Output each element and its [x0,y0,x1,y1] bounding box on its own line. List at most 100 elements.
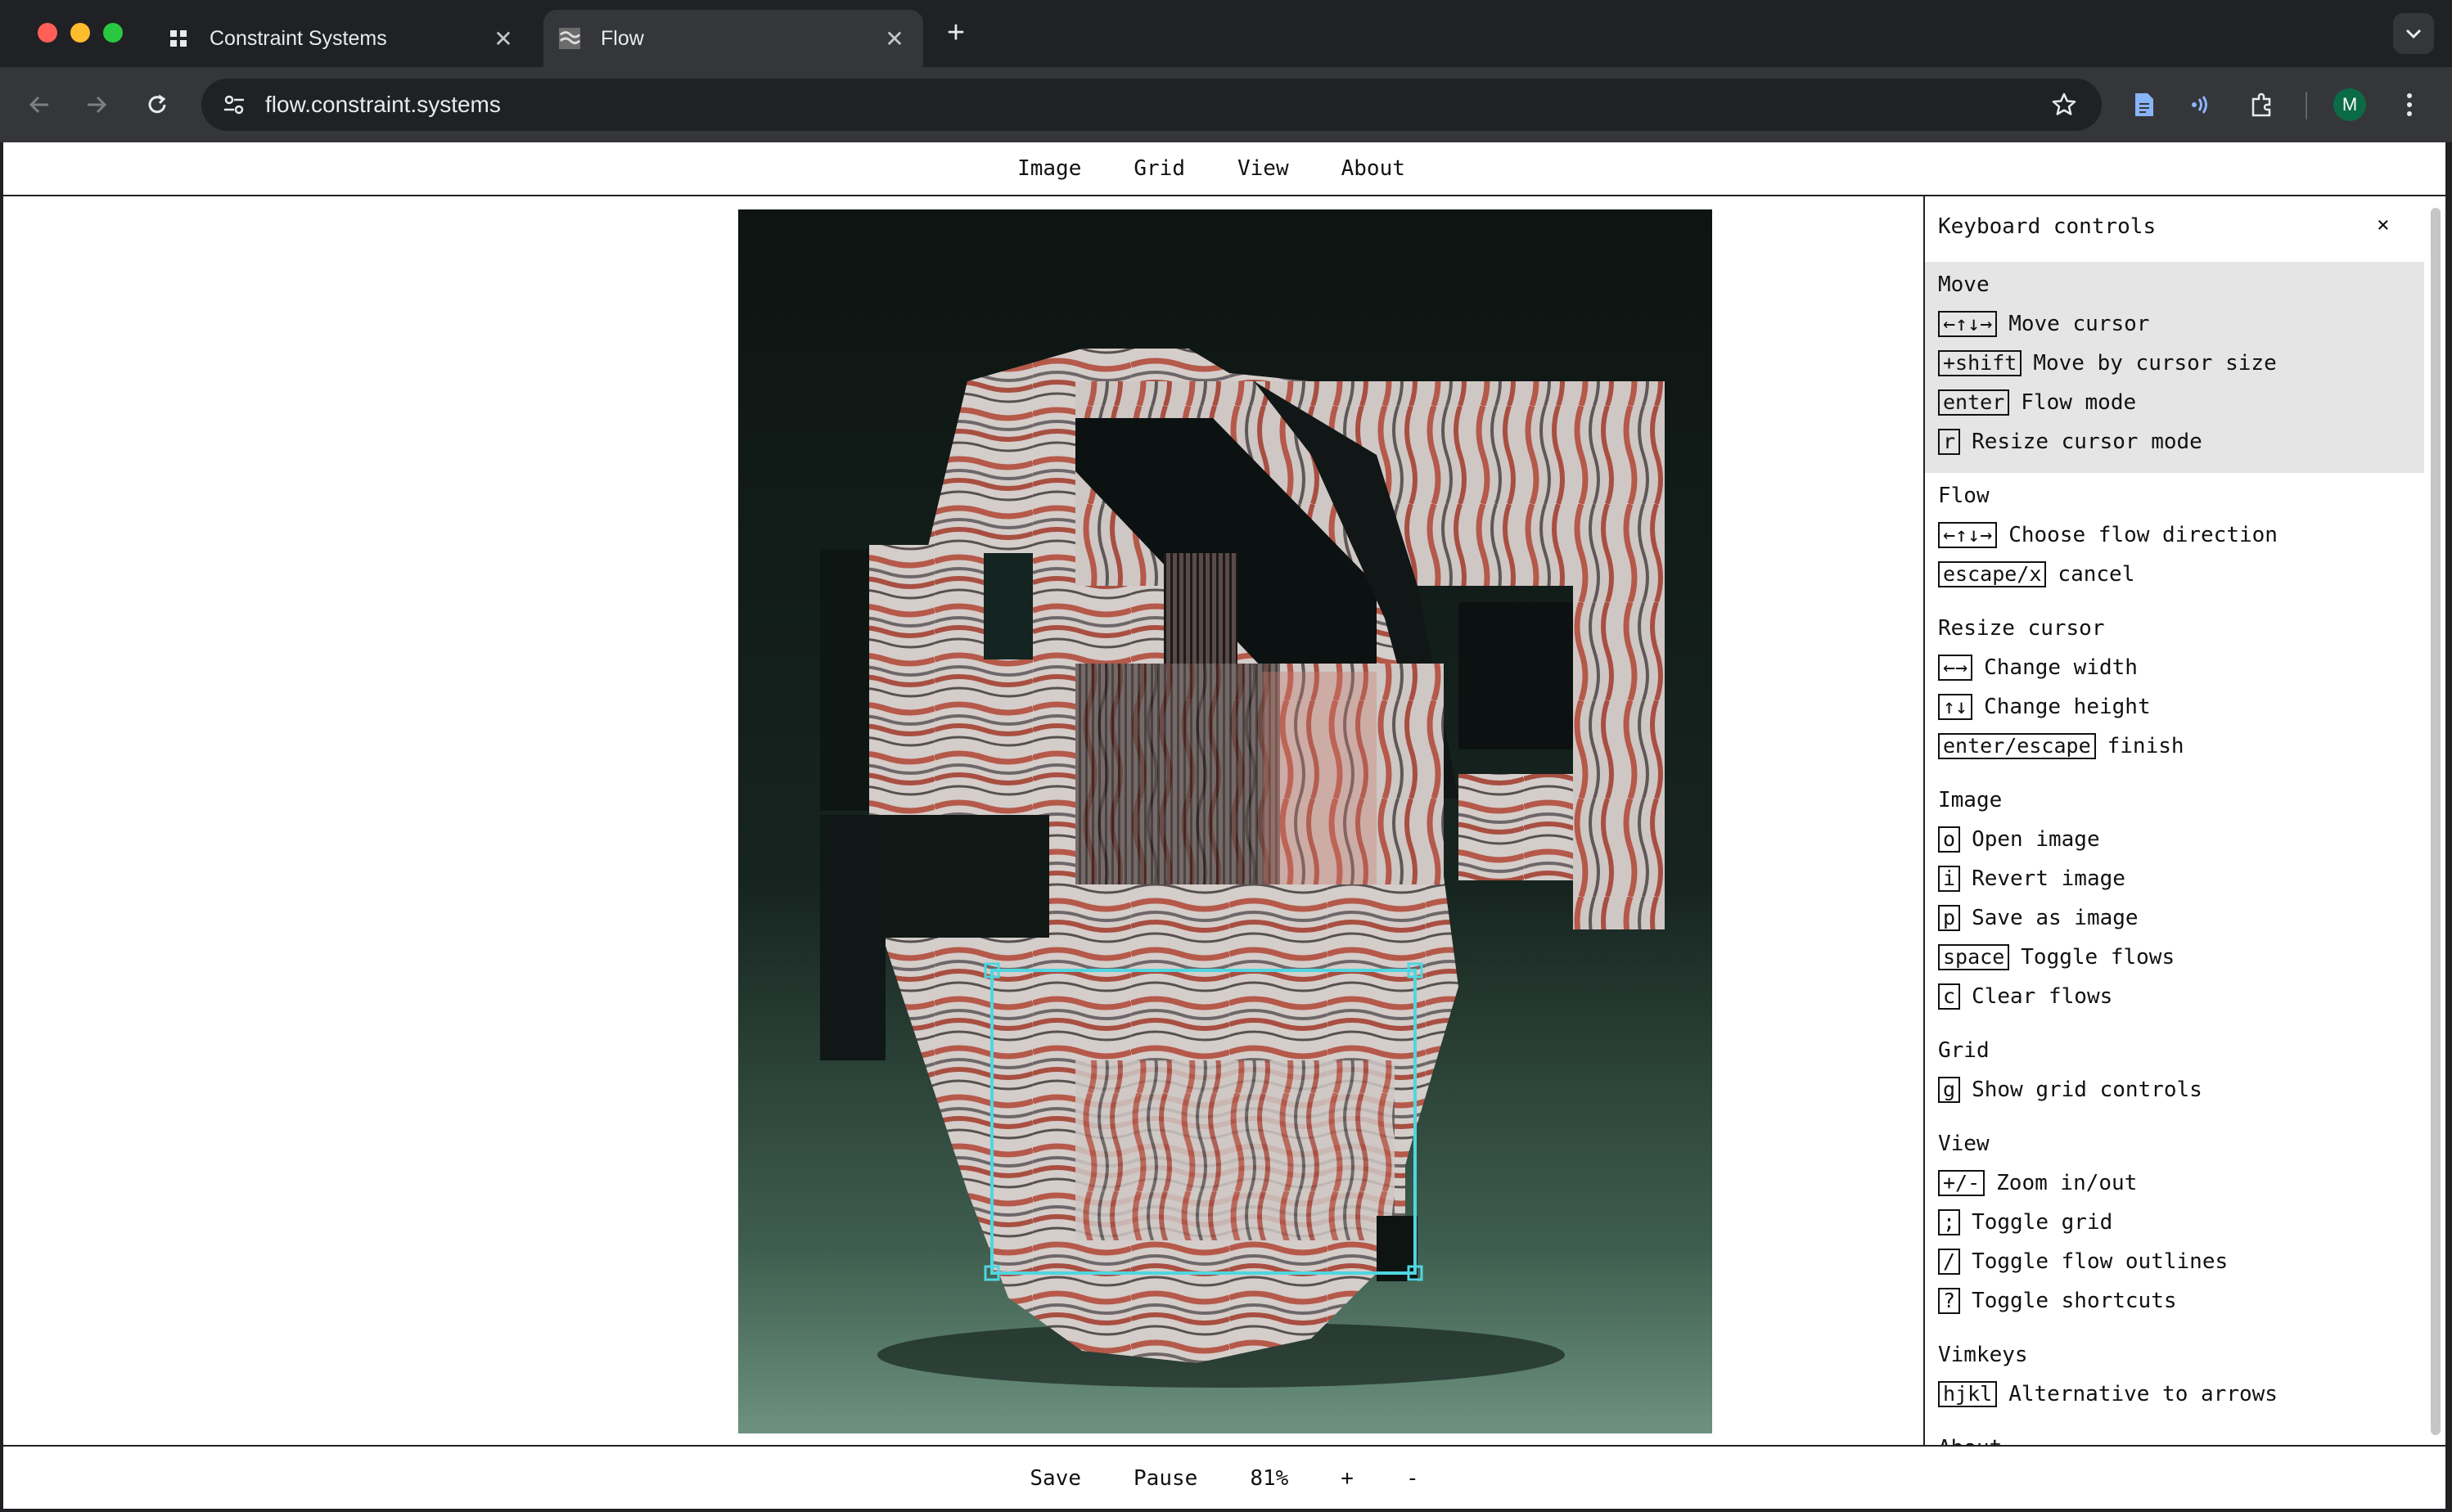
section-title: Resize cursor [1938,616,2105,641]
panel-title: Keyboard controls [1938,214,2157,239]
menu-grid[interactable]: Grid [1134,156,1185,181]
audio-extension-icon[interactable] [2182,85,2221,124]
shortcut-key: ←↑↓→ [1938,311,1998,337]
tab-close-icon[interactable]: ✕ [881,25,908,52]
bookmark-star-icon[interactable] [2040,80,2089,129]
shortcut-key: ? [1938,1288,1961,1314]
zoom-level: 81% [1250,1466,1289,1491]
window-minimize-button[interactable] [70,23,90,43]
flow-app: Image Grid View About Keyboard controls … [3,142,2445,1509]
shortcut-description: Move by cursor size [2033,351,2277,376]
shortcut-section: AboutaShow about [1925,1425,2424,1445]
back-button[interactable] [20,85,59,124]
panel-scrollbar[interactable] [2424,200,2445,1442]
shortcut-key: ↑↓ [1938,694,1973,720]
extensions-puzzle-icon[interactable] [2242,85,2282,124]
forward-button[interactable] [77,85,116,124]
close-icon[interactable]: × [2377,213,2390,237]
section-title: View [1938,1132,1990,1156]
reload-button[interactable] [137,85,177,124]
shortcut-key: p [1938,905,1961,931]
shortcut-description: Show grid controls [1972,1078,2202,1102]
profile-avatar[interactable]: M [2333,88,2366,121]
canvas-area[interactable] [3,196,1922,1445]
shortcut-key: g [1938,1077,1961,1103]
shortcut-key: ←→ [1938,655,1973,681]
shortcut-description: Zoom in/out [1996,1171,2138,1195]
menu-view[interactable]: View [1237,156,1289,181]
shortcut-description: Save as image [1972,906,2139,930]
address-bar[interactable]: flow.constraint.systems [201,79,2102,131]
arrow-left-icon [29,96,48,114]
shortcut-row: ←→ Change width [1938,648,2411,687]
save-button[interactable]: Save [1030,1466,1081,1491]
window-close-button[interactable] [38,23,57,43]
shortcut-description: cancel [2058,562,2135,587]
section-title: About [1938,1429,2411,1445]
panel-header: Keyboard controls × [1925,196,2424,262]
section-title: Move [1938,272,1990,297]
shortcut-row: enter Flow mode [1938,383,2411,422]
shortcut-key: enter/escape [1938,733,2096,759]
flow-image-canvas[interactable] [738,209,1712,1433]
shortcut-key: r [1938,429,1961,455]
more-vert-icon [2407,93,2412,116]
scrollbar-thumb[interactable] [2431,208,2441,1435]
menu-image[interactable]: Image [1017,156,1081,181]
shortcut-row: p Save as image [1938,898,2411,938]
shortcut-row: space Toggle flows [1938,938,2411,977]
window-zoom-button[interactable] [103,23,123,43]
shortcut-row: +shift Move by cursor size [1938,344,2411,383]
docs-extension-icon[interactable] [2125,85,2164,124]
zoom-in-button[interactable]: + [1341,1466,1354,1491]
pause-button[interactable]: Pause [1134,1466,1197,1491]
shortcut-description: Toggle flow outlines [1972,1249,2229,1274]
shortcut-key: ; [1938,1209,1961,1235]
shortcut-description: Flow mode [2021,390,2137,415]
shortcut-description: Choose flow direction [2008,523,2278,547]
browser-menu-button[interactable] [2390,85,2429,124]
shortcut-description: Toggle flows [2021,945,2175,970]
shortcut-description: Move cursor [2008,312,2150,336]
shortcut-row: ←↑↓→ Move cursor [1938,304,2411,344]
shortcut-section: Image o Open image i Revert image p Save as im… [1925,777,2424,1028]
shortcut-key: enter [1938,389,2010,416]
section-title: Grid [1938,1038,1990,1063]
flow-favicon-icon [558,27,581,50]
url-text[interactable]: flow.constraint.systems [265,92,2040,118]
shortcut-description: Revert image [1972,866,2125,891]
new-tab-button[interactable]: + [938,16,974,52]
shortcut-section: Move ←↑↓→ Move cursor +shift Move by cursor … [1925,262,2424,473]
shortcut-row: ; Toggle grid [1938,1203,2411,1242]
grid-favicon-icon [167,27,190,50]
zoom-out-button[interactable]: - [1406,1466,1419,1491]
shortcut-key: / [1938,1249,1961,1275]
section-title: Vimkeys [1938,1343,2028,1367]
shortcut-description: Change height [1984,695,2151,719]
shortcut-row: ←↑↓→ Choose flow direction [1938,515,2411,555]
bottom-bar: Save Pause 81% + - [3,1445,2445,1510]
shortcut-row: ? Toggle shortcuts [1938,1281,2411,1321]
shortcut-row: i Revert image [1938,859,2411,898]
shortcut-key: o [1938,826,1961,853]
shortcut-key: escape/x [1938,561,2047,587]
tab-flow[interactable]: Flow ✕ [543,10,923,67]
section-title: Flow [1938,484,1990,508]
app-menu-bar: Image Grid View About [3,142,2445,196]
site-settings-icon[interactable] [208,79,260,131]
tab-close-icon[interactable]: ✕ [489,25,517,52]
shortcut-key: space [1938,944,2010,970]
shortcut-key: ←↑↓→ [1938,522,1998,548]
shortcut-key: c [1938,983,1961,1010]
shortcut-key: hjkl [1938,1381,1998,1407]
shortcut-section: Grid g Show grid controls [1925,1028,2424,1121]
menu-about[interactable]: About [1341,156,1405,181]
shortcut-row: ↑↓ Change height [1938,687,2411,727]
shortcut-row: o Open image [1938,820,2411,859]
shortcut-key: +shift [1938,350,2022,376]
keyboard-controls-panel: Keyboard controls × Move ←↑↓→ Move cursor +… [1923,196,2424,1445]
tab-search-button[interactable] [2393,13,2434,54]
chevron-down-icon [2405,29,2422,39]
shortcut-row: / Toggle flow outlines [1938,1242,2411,1281]
tab-constraint-systems[interactable]: Constraint Systems ✕ [152,10,532,67]
